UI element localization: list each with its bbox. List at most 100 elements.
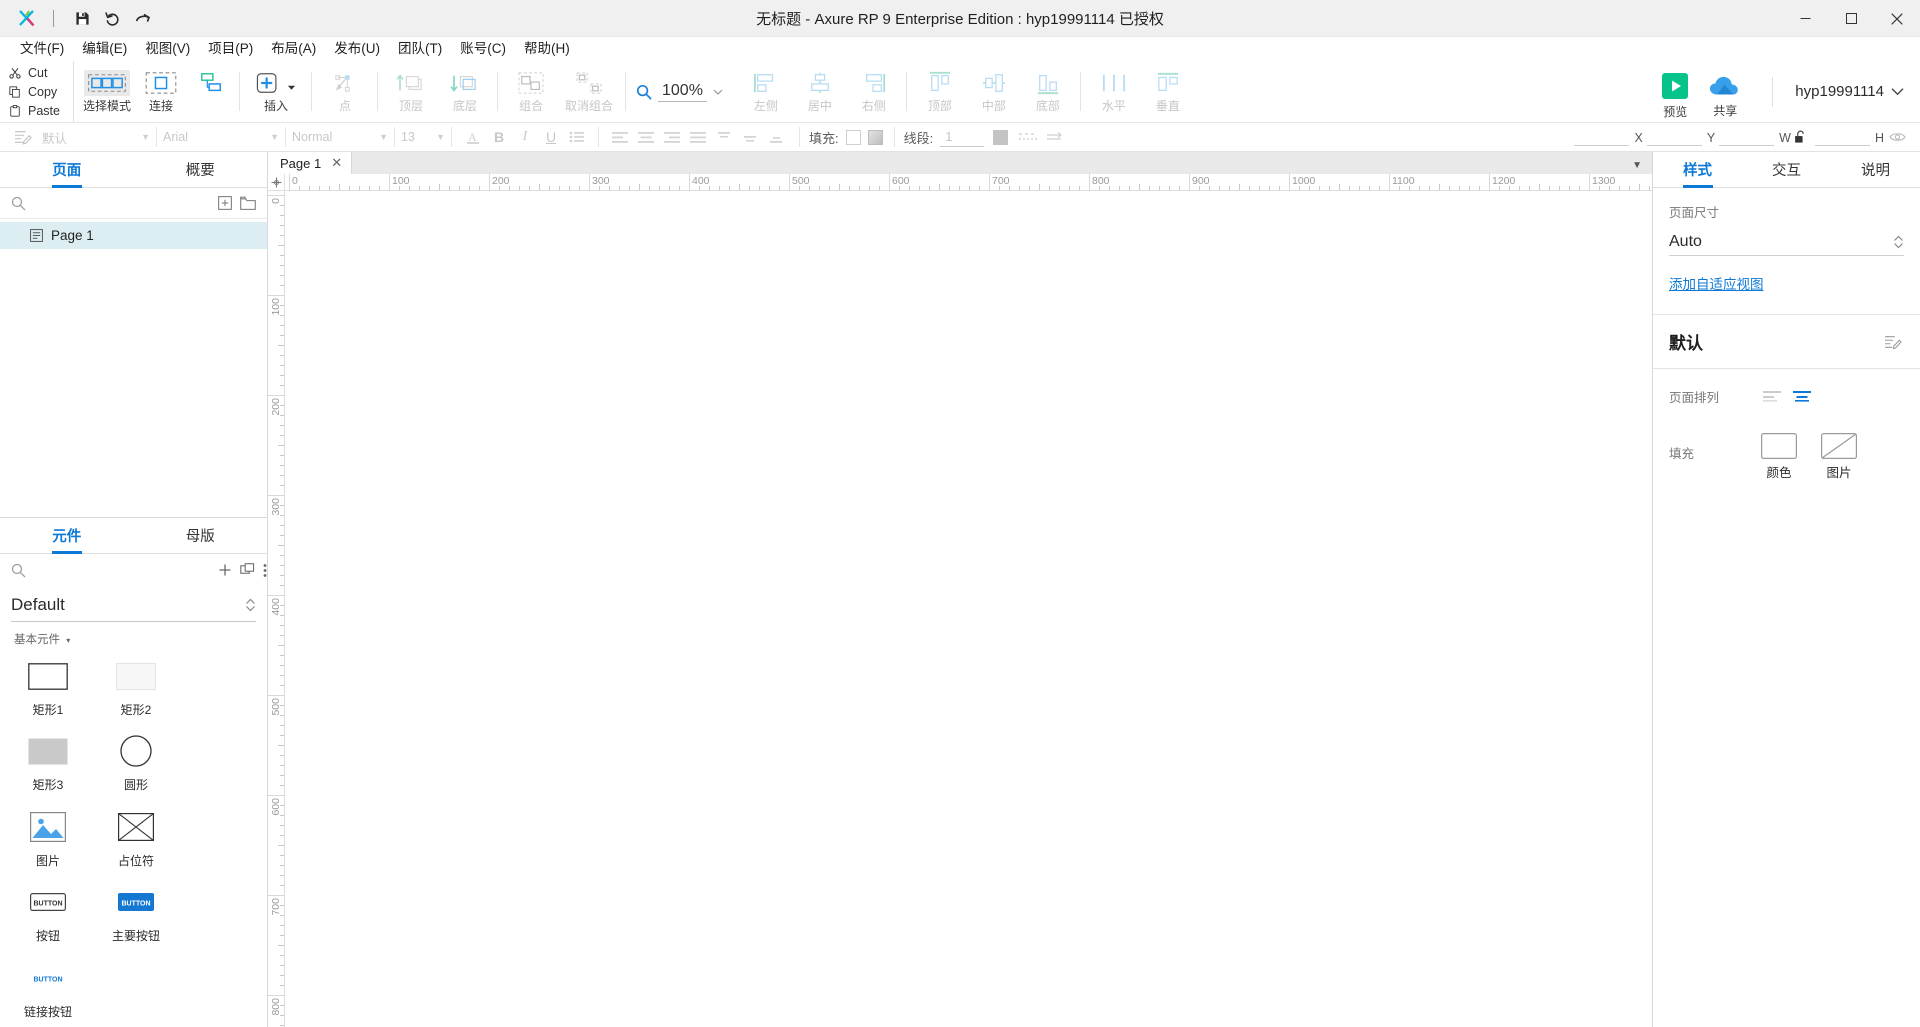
distribute-vertical-button[interactable]: 垂直 bbox=[1141, 61, 1195, 113]
add-folder-icon[interactable] bbox=[240, 193, 256, 213]
menu-team[interactable]: 团队(T) bbox=[389, 37, 451, 61]
tab-style[interactable]: 样式 bbox=[1653, 152, 1742, 187]
align-text-center-icon[interactable] bbox=[633, 123, 659, 152]
add-adaptive-view-link[interactable]: 添加自适应视图 bbox=[1669, 277, 1764, 292]
chevron-down-icon[interactable]: ▼ bbox=[1632, 160, 1642, 171]
align-text-left-icon[interactable] bbox=[607, 123, 633, 152]
design-canvas[interactable] bbox=[285, 191, 1652, 1027]
widget-category-header[interactable]: 基本元件 ▾ bbox=[0, 622, 267, 650]
font-weight-select[interactable]: Normal ▼ bbox=[286, 127, 394, 148]
bullet-list-icon[interactable] bbox=[564, 123, 590, 152]
close-icon[interactable] bbox=[1874, 0, 1920, 37]
style-name-select[interactable]: 默认 ▼ bbox=[36, 127, 156, 148]
redo-icon[interactable] bbox=[127, 5, 157, 31]
horizontal-ruler[interactable]: 0 100 200 300 400 500 600 700 800 900 1000 1100 1200… bbox=[285, 174, 1652, 191]
font-size-select[interactable]: 13 ▼ bbox=[395, 127, 451, 148]
tab-notes[interactable]: 说明 bbox=[1831, 152, 1920, 187]
share-button[interactable]: 共享 bbox=[1700, 65, 1750, 119]
duplicate-library-icon[interactable] bbox=[240, 560, 255, 580]
align-page-center-icon[interactable] bbox=[1791, 385, 1813, 407]
group-button[interactable]: 组合 bbox=[504, 61, 558, 113]
menu-layout[interactable]: 布局(A) bbox=[262, 37, 325, 61]
maximize-icon[interactable] bbox=[1828, 0, 1874, 37]
widget-image[interactable]: 图片 bbox=[4, 801, 92, 876]
account-menu[interactable]: hyp19991114 bbox=[1772, 76, 1904, 107]
widget-placeholder[interactable]: 占位符 bbox=[92, 801, 180, 876]
underline-button[interactable]: U bbox=[538, 123, 564, 152]
page-item-page-1[interactable]: Page 1 bbox=[0, 222, 267, 249]
lock-open-icon[interactable] bbox=[1791, 123, 1811, 152]
widget-circle[interactable]: 圆形 bbox=[92, 725, 180, 800]
add-page-icon[interactable] bbox=[218, 193, 232, 213]
connector-tool-button[interactable] bbox=[188, 61, 234, 99]
bold-button[interactable]: B bbox=[486, 123, 512, 152]
align-left-button[interactable]: 左侧 bbox=[739, 61, 793, 113]
widget-library-select[interactable]: Default bbox=[11, 588, 256, 622]
arrow-style-icon[interactable] bbox=[1041, 123, 1067, 152]
point-button[interactable]: 点 bbox=[318, 61, 372, 113]
connect-button[interactable]: 连接 bbox=[134, 61, 188, 113]
close-icon[interactable]: ✕ bbox=[331, 155, 342, 171]
paste-button[interactable]: Paste bbox=[8, 101, 73, 120]
menu-view[interactable]: 视图(V) bbox=[136, 37, 199, 61]
menu-edit[interactable]: 编辑(E) bbox=[73, 37, 136, 61]
tab-outline[interactable]: 概要 bbox=[134, 152, 268, 187]
menu-help[interactable]: 帮助(H) bbox=[515, 37, 579, 61]
line-color-swatch[interactable] bbox=[993, 129, 1009, 145]
copy-button[interactable]: Copy bbox=[8, 82, 73, 101]
widget-rectangle3[interactable]: 矩形3 bbox=[4, 725, 92, 800]
zoom-value[interactable]: 100% bbox=[658, 82, 707, 102]
tab-widgets[interactable]: 元件 bbox=[0, 518, 134, 553]
valign-top-icon[interactable] bbox=[711, 123, 737, 152]
text-style-icon[interactable] bbox=[10, 123, 36, 152]
widget-search-input[interactable] bbox=[34, 562, 210, 578]
align-page-left-icon[interactable] bbox=[1761, 385, 1783, 407]
zoom-magnifier-icon[interactable] bbox=[636, 84, 652, 100]
widget-rectangle2[interactable]: 矩形2 bbox=[92, 650, 180, 725]
select-mode-button[interactable]: 选择模式 bbox=[80, 61, 134, 113]
more-options-icon[interactable] bbox=[263, 560, 267, 580]
fill-image-option[interactable]: 图片 bbox=[1821, 433, 1857, 481]
save-icon[interactable] bbox=[67, 5, 97, 31]
menu-file[interactable]: 文件(F) bbox=[11, 37, 73, 61]
widget-link-button[interactable]: BUTTON 链接按钮 bbox=[4, 952, 92, 1027]
line-width-input[interactable]: 1 bbox=[940, 128, 985, 147]
align-bottom-button[interactable]: 底部 bbox=[1021, 61, 1075, 113]
undo-icon[interactable] bbox=[97, 5, 127, 31]
font-family-select[interactable]: Arial ▼ bbox=[157, 127, 285, 148]
send-back-button[interactable]: 底层 bbox=[438, 61, 492, 113]
widget-primary-button[interactable]: BUTTON 主要按钮 bbox=[92, 876, 180, 951]
fill-color-swatch[interactable] bbox=[845, 129, 861, 145]
tab-masters[interactable]: 母版 bbox=[134, 518, 268, 553]
w-input[interactable] bbox=[1719, 128, 1775, 146]
ungroup-button[interactable]: 取消组合 bbox=[558, 61, 620, 113]
y-input[interactable] bbox=[1646, 128, 1702, 146]
fill-color-option[interactable]: 颜色 bbox=[1761, 433, 1797, 481]
x-input[interactable] bbox=[1574, 128, 1630, 146]
bring-front-button[interactable]: 顶层 bbox=[384, 61, 438, 113]
canvas-tab-page-1[interactable]: Page 1 ✕ bbox=[268, 152, 353, 174]
zoom-caret-icon[interactable] bbox=[713, 88, 723, 96]
ruler-origin-icon[interactable] bbox=[268, 174, 285, 191]
minimize-icon[interactable] bbox=[1782, 0, 1828, 37]
preview-button[interactable]: 预览 bbox=[1650, 64, 1700, 120]
line-dash-icon[interactable] bbox=[1015, 123, 1041, 152]
italic-button[interactable]: I bbox=[512, 123, 538, 152]
menu-publish[interactable]: 发布(U) bbox=[325, 37, 389, 61]
pages-search-input[interactable] bbox=[34, 195, 210, 211]
insert-button[interactable]: 插入 bbox=[246, 61, 306, 113]
font-color-icon[interactable]: A bbox=[460, 123, 486, 152]
align-center-button[interactable]: 居中 bbox=[793, 61, 847, 113]
align-text-right-icon[interactable] bbox=[659, 123, 685, 152]
align-top-button[interactable]: 顶部 bbox=[913, 61, 967, 113]
eye-icon[interactable] bbox=[1884, 123, 1910, 152]
valign-bottom-icon[interactable] bbox=[763, 123, 789, 152]
align-middle-button[interactable]: 中部 bbox=[967, 61, 1021, 113]
fill-gradient-swatch[interactable] bbox=[867, 129, 883, 145]
edit-style-icon[interactable] bbox=[1882, 331, 1904, 353]
align-text-justify-icon[interactable] bbox=[685, 123, 711, 152]
menu-account[interactable]: 账号(C) bbox=[451, 37, 515, 61]
add-library-icon[interactable] bbox=[218, 560, 232, 580]
vertical-ruler[interactable]: 0 100 200 300 400 500 600 700 800 bbox=[268, 191, 285, 1027]
page-size-select[interactable]: Auto bbox=[1669, 228, 1904, 256]
